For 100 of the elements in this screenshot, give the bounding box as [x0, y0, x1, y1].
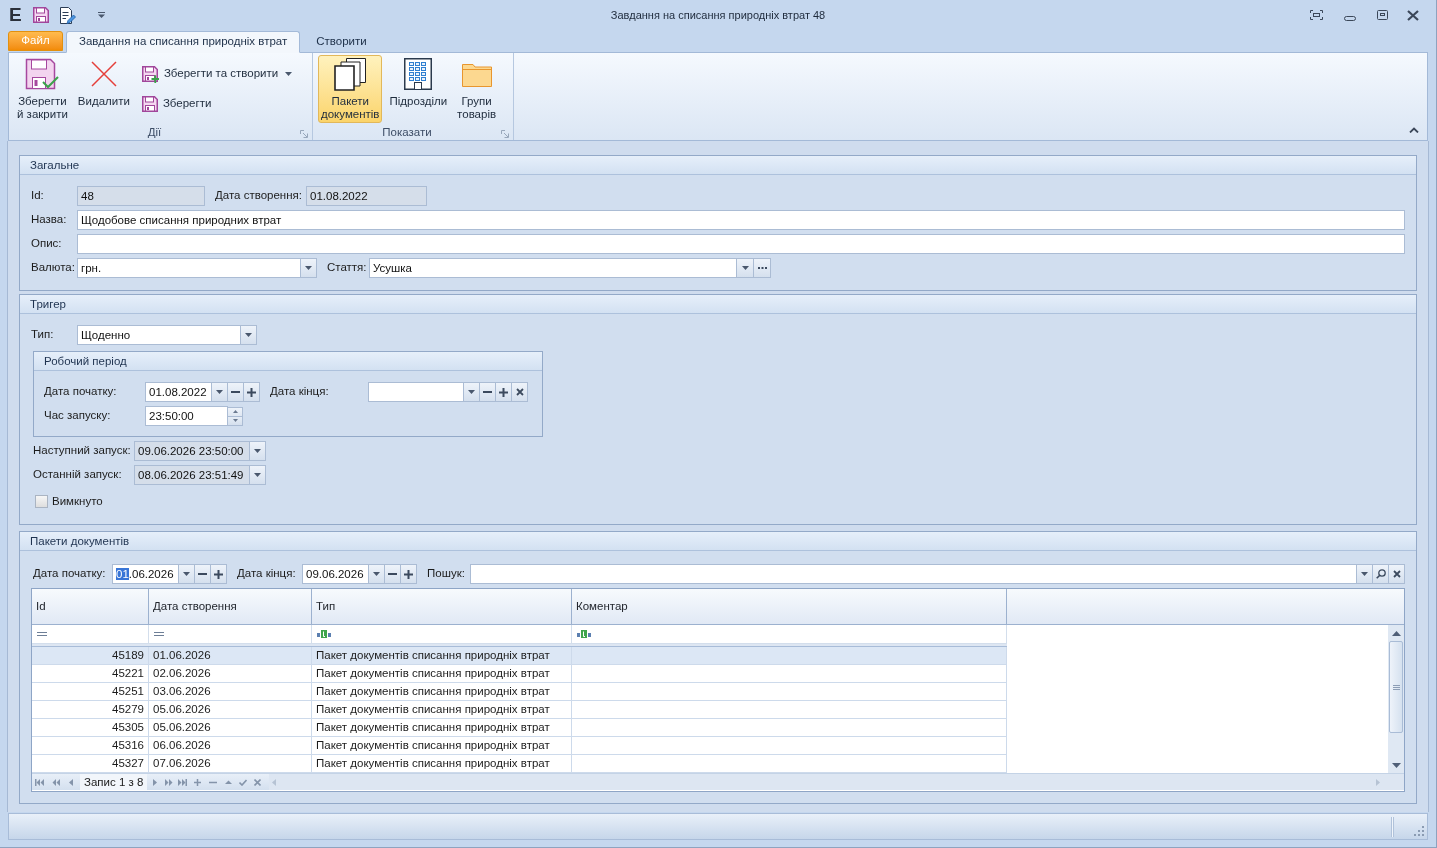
clear-button[interactable]	[511, 382, 528, 402]
cross-icon	[90, 61, 117, 87]
spin-down-button[interactable]	[227, 415, 243, 426]
skip-first-icon[interactable]	[35, 778, 44, 786]
scrollbar-thumb[interactable]	[1389, 641, 1403, 733]
date-field[interactable]: 01.08.2022	[145, 382, 212, 402]
caret-icon	[254, 473, 261, 477]
datetime-field[interactable]: 08.06.2026 23:51:49	[134, 465, 250, 485]
combo-field[interactable]: Усушка	[369, 258, 737, 278]
maximize-icon[interactable]	[1377, 10, 1388, 20]
cross-icon	[515, 388, 524, 396]
field-label: Час запуску:	[44, 408, 112, 424]
table-row[interactable]: 45279 05.06.2026 Пакет документів списання природніх втрат	[32, 701, 1007, 719]
combo-field[interactable]: грн.	[77, 258, 301, 278]
combo-field[interactable]: Щоденно	[77, 325, 241, 345]
ribbon-button[interactable]: Підрозділи	[386, 55, 451, 123]
chevron-up-icon[interactable]	[1409, 127, 1419, 133]
table-row[interactable]: 45189 01.06.2026 Пакет документів списання природніх втрат	[32, 647, 1007, 665]
field-label: Пошук:	[427, 566, 466, 582]
field-label: Дата кінця:	[237, 566, 297, 582]
filter-field[interactable]	[149, 625, 312, 644]
up-triangle-icon[interactable]	[225, 778, 233, 786]
dropdown-button[interactable]	[240, 325, 257, 345]
ribbon-button[interactable]: Пакети документів	[318, 55, 383, 123]
filter-field[interactable]	[312, 625, 572, 644]
scroll-down-arrow-icon[interactable]	[1391, 763, 1401, 768]
spin-up-button[interactable]	[227, 406, 243, 417]
date-field[interactable]: 01.08.2022	[306, 186, 427, 206]
ribbon-button[interactable]: Видалити	[74, 55, 133, 123]
ribbon-button[interactable]: Зберегти та створити	[138, 64, 299, 84]
text-field[interactable]: Щодобове списання природних втрат	[77, 210, 1405, 230]
minus-icon	[388, 573, 397, 575]
datetime-field[interactable]: 09.06.2026 23:50:00	[134, 441, 250, 461]
column-header[interactable]: Тип	[312, 589, 572, 624]
search-field[interactable]	[470, 564, 1357, 584]
checkbox[interactable]	[35, 495, 48, 509]
cross-icon[interactable]	[254, 778, 262, 786]
close-icon[interactable]	[1407, 9, 1419, 21]
date-field[interactable]: 09.06.2026	[302, 564, 369, 584]
caret-icon	[468, 390, 475, 394]
ellipsis-button[interactable]	[753, 258, 771, 278]
dropdown-button[interactable]	[249, 465, 266, 485]
skip-last-icon[interactable]	[178, 778, 188, 786]
caret-icon	[741, 266, 749, 270]
plus-icon[interactable]	[194, 778, 202, 786]
table-row[interactable]: 45305 05.06.2026 Пакет документів списання природніх втрат	[32, 719, 1007, 737]
document-stack-icon	[334, 57, 367, 91]
clear-button[interactable]	[1388, 564, 1405, 584]
ribbon-tab[interactable]: Завдання на списання природніх втрат	[66, 31, 301, 53]
record-counter: Запис 1 з 8	[80, 774, 148, 790]
column-header[interactable]: Дата створення	[149, 589, 312, 624]
resize-grip-icon[interactable]	[1414, 826, 1424, 836]
time-field[interactable]: 23:50:00	[145, 406, 228, 426]
increment-button[interactable]	[243, 382, 260, 402]
caret-icon	[284, 72, 292, 76]
ribbon-button[interactable]: Зберегти	[138, 94, 299, 114]
text-field[interactable]: 48	[77, 186, 205, 206]
document-pencil-icon[interactable]	[58, 6, 76, 24]
scroll-up-arrow-icon[interactable]	[1391, 631, 1401, 636]
table-row[interactable]: 45251 03.06.2026 Пакет документів списання природніх втрат	[32, 683, 1007, 701]
check-icon[interactable]	[239, 778, 248, 786]
full-screen-icon[interactable]	[1310, 10, 1323, 20]
text-field[interactable]	[77, 234, 1405, 254]
customize-caret-icon[interactable]	[97, 12, 105, 18]
left-arrow-icon[interactable]	[69, 778, 73, 786]
grip-lines-icon	[1392, 684, 1400, 690]
field-label: Стаття:	[327, 260, 368, 276]
double-left-arrow-icon[interactable]	[52, 778, 60, 786]
text-filter-icon	[577, 630, 591, 638]
cross-icon	[1392, 570, 1401, 578]
caret-icon	[254, 449, 261, 453]
plus-icon	[499, 387, 508, 397]
dropdown-button[interactable]	[736, 258, 754, 278]
dropdown-button[interactable]	[249, 441, 266, 461]
field-label: Тип:	[31, 327, 55, 343]
dropdown-button[interactable]	[300, 258, 317, 278]
table-row[interactable]: 45327 07.06.2026 Пакет документів списання природніх втрат	[32, 755, 1007, 773]
column-header[interactable]: Id	[32, 589, 149, 624]
table-row[interactable]: 45221 02.06.2026 Пакет документів списання природніх втрат	[32, 665, 1007, 683]
increment-button[interactable]	[400, 564, 417, 584]
increment-button[interactable]	[210, 564, 227, 584]
date-field[interactable]	[368, 382, 464, 402]
ribbon-tab[interactable]: Створити	[303, 31, 380, 53]
caret-icon	[183, 572, 190, 576]
equals-icon	[37, 632, 47, 636]
column-header[interactable]: Коментар	[572, 589, 1007, 624]
ribbon-button[interactable]: Зберегти й закрити	[14, 55, 71, 123]
caret-icon	[232, 419, 238, 422]
filter-field[interactable]	[32, 625, 149, 644]
field-label: Вимкнуто	[52, 494, 103, 509]
table-row[interactable]: 45316 06.06.2026 Пакет документів списання природніх втрат	[32, 737, 1007, 755]
ribbon-button[interactable]: Групи товарів	[454, 55, 500, 123]
minimize-icon[interactable]	[1344, 15, 1356, 21]
panel-header: Пакети документів	[20, 532, 1416, 551]
double-right-arrow-icon[interactable]	[165, 778, 174, 786]
field-label: Наступний запуск:	[33, 443, 132, 459]
right-arrow-icon[interactable]	[153, 778, 158, 786]
field-label: Id:	[31, 188, 45, 204]
caret-icon	[1361, 572, 1368, 576]
filter-field[interactable]	[572, 625, 1007, 644]
